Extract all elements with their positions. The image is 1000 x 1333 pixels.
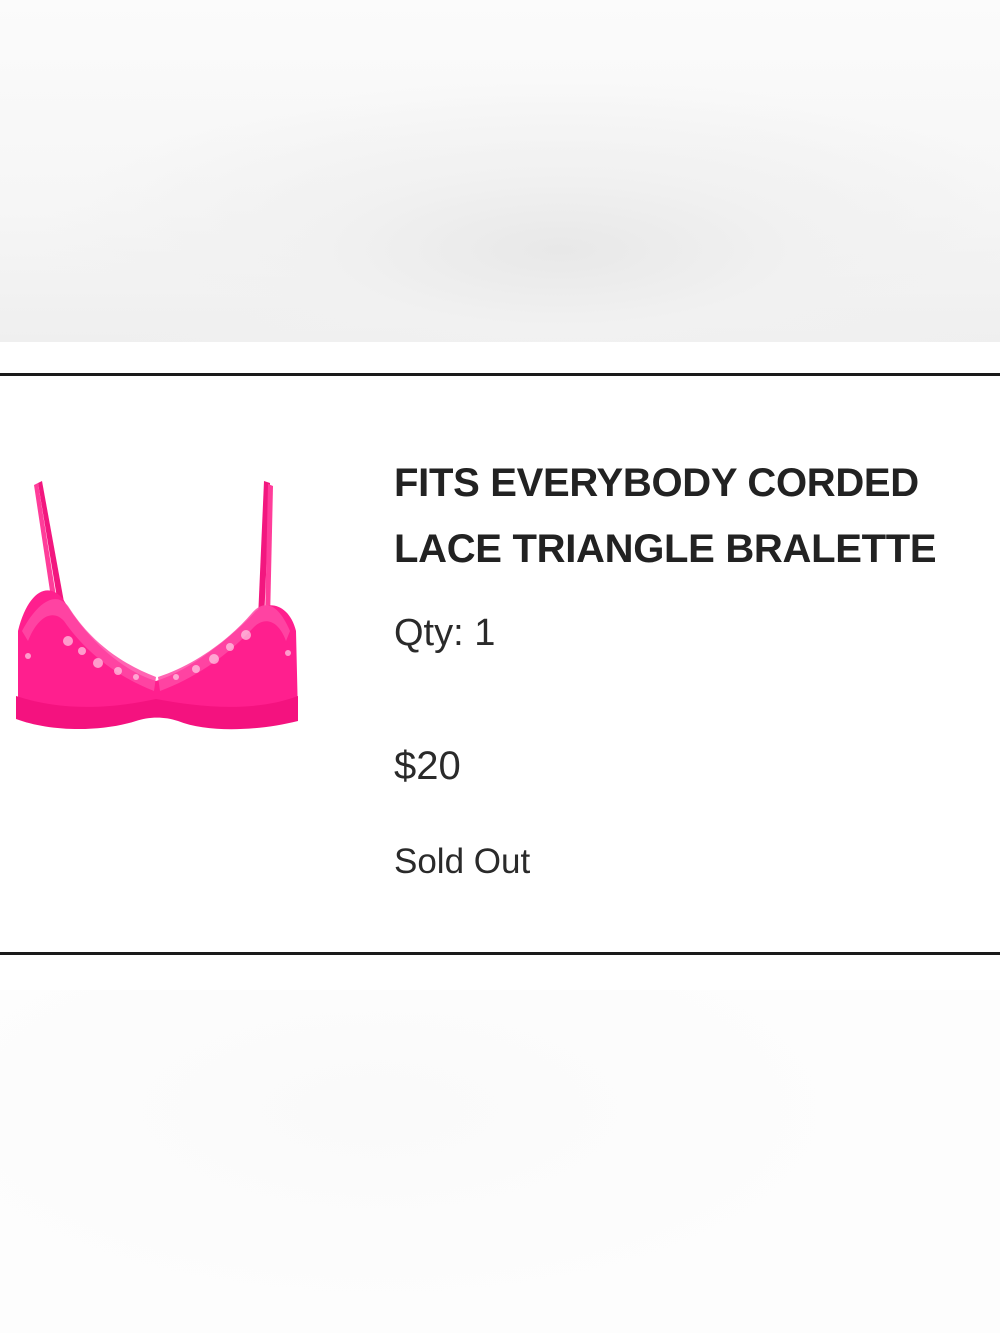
product-title-line-2: LACE TRIANGLE BRALETTE bbox=[394, 527, 937, 571]
price-label: $20 bbox=[394, 744, 461, 788]
product-title-line-1: FITS EVERYBODY CORDED bbox=[394, 461, 919, 505]
cart-item-card[interactable]: FITS EVERYBODY CORDED LACE TRIANGLE BRAL… bbox=[0, 373, 1000, 955]
spacer bbox=[0, 342, 1000, 374]
blurred-background-bottom bbox=[0, 990, 1000, 1333]
product-title[interactable]: FITS EVERYBODY CORDED LACE TRIANGLE BRAL… bbox=[394, 450, 994, 582]
stock-status-label: Sold Out bbox=[394, 842, 531, 881]
quantity-label: Qty: 1 bbox=[394, 612, 496, 654]
product-image[interactable] bbox=[8, 481, 308, 761]
blurred-background-top bbox=[0, 0, 1000, 342]
